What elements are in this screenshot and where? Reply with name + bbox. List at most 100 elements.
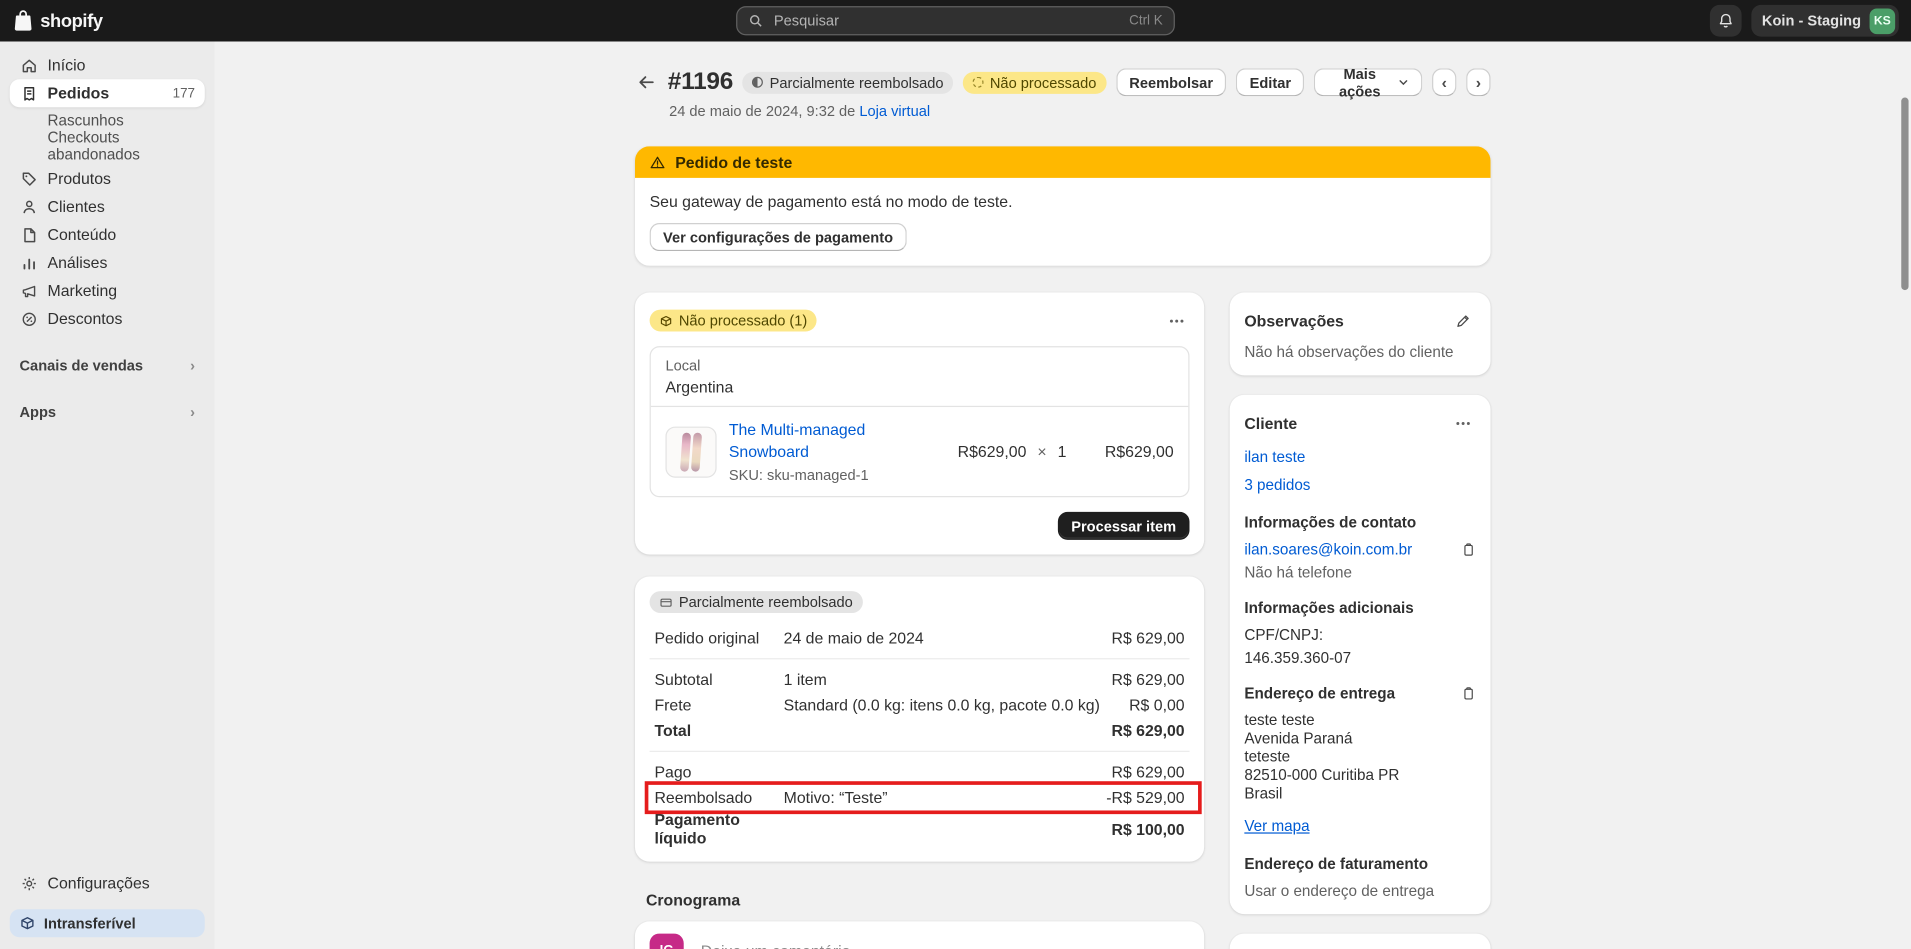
customer-card: Cliente ilan teste 3 pedidos Informações… [1229, 394, 1491, 915]
sidebar-section-canais-de-vendas[interactable]: Canais de vendas › [10, 351, 205, 379]
sales-channel-link[interactable]: Loja virtual [859, 102, 930, 119]
back-button[interactable] [635, 70, 658, 94]
sidebar-footer-intransferivel[interactable]: Intransferível [9, 909, 205, 938]
store-name: Koin - Staging [1761, 12, 1862, 30]
view-map-link[interactable]: Ver mapa [1244, 818, 1309, 835]
payment-row-label: Pedido original [654, 628, 760, 648]
timeline-title: Cronograma [645, 890, 741, 910]
customers-icon [20, 198, 38, 215]
button-label: Editar [1249, 73, 1292, 91]
payment-row-label: Pago [654, 762, 692, 782]
badge-label: Parcialmente reembolsado [678, 593, 853, 611]
address-line: 82510-000 Curitiba PR [1244, 766, 1400, 784]
shipping-address-title: Endereço de entrega [1244, 684, 1396, 702]
partial-circle-icon [752, 76, 764, 88]
sidebar-item-pedidos[interactable]: Pedidos 177 [9, 79, 205, 108]
next-order-button[interactable]: › [1466, 68, 1491, 97]
shopify-logo[interactable]: shopify [12, 9, 103, 33]
customer-orders-link[interactable]: 3 pedidos [1244, 477, 1310, 494]
edit-button[interactable]: Editar [1236, 68, 1305, 97]
multiply-sign: × [1037, 442, 1047, 461]
address-line: Avenida Paraná [1244, 730, 1353, 748]
sidebar-item-conteudo[interactable]: Conteúdo [10, 221, 205, 249]
edit-notes-button[interactable] [1449, 307, 1476, 334]
unfulfilled-card-badge: Não processado (1) [649, 309, 818, 332]
fulfillment-card: Não processado (1) Local Argentina The M… [634, 292, 1205, 555]
sidebar-item-analises[interactable]: Análises [10, 249, 205, 277]
line-item-row: The Multi-managed Snowboard SKU: sku-man… [651, 407, 1188, 496]
quantity: 1 [1057, 442, 1067, 461]
location-value: Argentina [665, 377, 734, 397]
badge-label: Não processado (1) [678, 312, 808, 330]
notes-title: Observações [1244, 311, 1344, 330]
payment-row-detail: 24 de maio de 2024 [783, 628, 924, 648]
contact-info-title: Informações de contato [1244, 514, 1417, 532]
search-input[interactable] [771, 10, 1121, 31]
comment-input[interactable] [698, 940, 1190, 949]
topbar: shopify Ctrl K Koin - Staging KS [0, 0, 1911, 42]
discounts-icon [20, 310, 38, 327]
line-total: R$629,00 [1104, 442, 1174, 461]
sidebar-item-label: Início [47, 56, 86, 75]
open-circle-icon [972, 76, 984, 88]
product-link[interactable]: The Multi-managed Snowboard [729, 420, 866, 460]
sidebar-item-label: Marketing [47, 281, 118, 300]
store-avatar: KS [1869, 7, 1896, 34]
fulfill-item-button[interactable]: Processar item [1057, 511, 1190, 540]
sidebar-item-descontos[interactable]: Descontos [10, 305, 205, 333]
customer-email-link[interactable]: ilan.soares@koin.com.br [1244, 541, 1412, 558]
chevron-down-icon [1398, 77, 1409, 88]
fulfillment-overflow-menu-button[interactable] [1163, 307, 1190, 334]
address-line: teste teste [1244, 711, 1315, 729]
sidebar-item-label: Pedidos [47, 84, 110, 103]
analytics-icon [20, 254, 38, 271]
chevron-left-icon: ‹ [1441, 73, 1447, 92]
more-actions-button[interactable]: Mais ações [1314, 65, 1423, 99]
sidebar-item-produtos[interactable]: Produtos [10, 165, 205, 193]
sidebar-section-apps[interactable]: Apps › [10, 397, 205, 425]
store-menu[interactable]: Koin - Staging KS [1750, 4, 1899, 37]
scrollbar-thumb[interactable] [1901, 97, 1909, 291]
view-payment-settings-button[interactable]: Ver configurações de pagamento [649, 223, 907, 252]
payment-row-pago: Pago R$ 629,00 [650, 759, 1190, 785]
sidebar-item-label: Produtos [47, 169, 111, 188]
customer-overflow-menu-button[interactable] [1449, 410, 1476, 437]
marketing-megaphone-icon [20, 282, 38, 299]
address-line: teteste [1244, 748, 1291, 766]
notifications-button[interactable] [1709, 4, 1742, 37]
billing-address-value: Usar o endereço de entrega [1244, 882, 1435, 900]
copy-email-icon[interactable] [1461, 542, 1476, 557]
status-badge-unfulfilled: Não processado [963, 71, 1107, 94]
button-label: Reembolsar [1129, 73, 1214, 91]
customer-title: Cliente [1244, 413, 1298, 433]
customer-name-link[interactable]: ilan teste [1244, 449, 1305, 466]
payment-card: Parcialmente reembolsado Pedido original… [634, 576, 1205, 862]
banner-body-text: Seu gateway de pagamento está no modo de… [649, 192, 1013, 211]
location-label: Local [665, 357, 701, 375]
payment-row-detail: Standard (0.0 kg: itens 0.0 kg, pacote 0… [783, 695, 1100, 715]
previous-order-button[interactable]: ‹ [1432, 68, 1457, 97]
warning-icon [650, 154, 666, 170]
payment-row-label: Total [654, 721, 692, 740]
payment-row-amount: R$ 629,00 [1111, 628, 1185, 648]
copy-address-icon[interactable] [1461, 686, 1476, 701]
global-search[interactable]: Ctrl K [736, 6, 1175, 36]
order-date-line: 24 de maio de 2024, 9:32 de Loja virtual [669, 102, 1490, 119]
sidebar-item-inicio[interactable]: Início [10, 51, 205, 79]
sidebar-item-label: Descontos [47, 309, 123, 328]
orders-count-badge: 177 [172, 85, 195, 101]
refund-button[interactable]: Reembolsar [1115, 68, 1227, 97]
payment-row-total: Total R$ 629,00 [650, 718, 1190, 744]
sidebar-item-clientes[interactable]: Clientes [10, 193, 205, 221]
sidebar-item-configuracoes[interactable]: Configurações [10, 869, 205, 897]
payment-row-label: Reembolsado [654, 788, 753, 807]
sidebar-item-checkouts-abandonados[interactable]: Checkouts abandonados [10, 129, 205, 163]
payment-row-frete: Frete Standard (0.0 kg: itens 0.0 kg, pa… [650, 692, 1190, 718]
shopify-admin: shopify Ctrl K Koin - Staging KS [0, 0, 1911, 949]
payment-row-liquido: Pagamento líquido R$ 100,00 [650, 810, 1190, 847]
sidebar-item-label: Conteúdo [47, 225, 117, 244]
section-label: Apps [19, 402, 57, 420]
status-badge-partially-refunded: Parcialmente reembolsado [742, 71, 954, 94]
payment-row-label: Pagamento líquido [654, 810, 740, 848]
sidebar-item-marketing[interactable]: Marketing [10, 277, 205, 305]
